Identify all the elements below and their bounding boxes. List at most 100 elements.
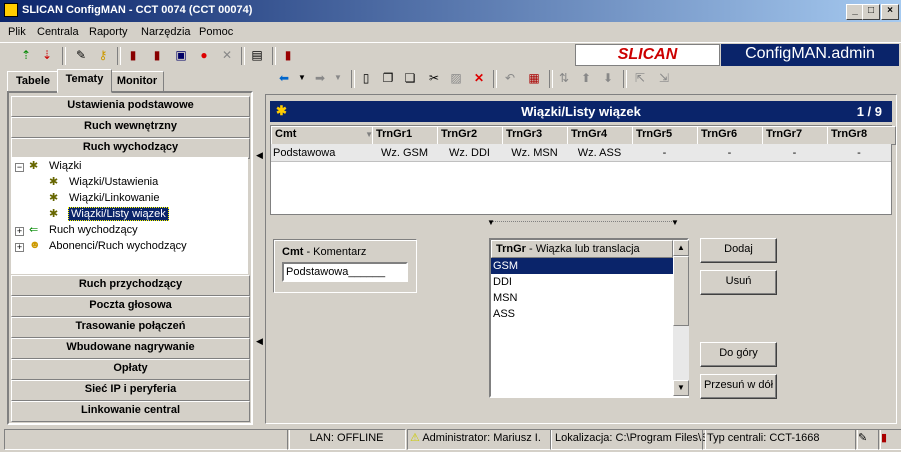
cut-icon[interactable]: ✂ (425, 69, 443, 87)
wand-icon[interactable]: ✎ (72, 46, 90, 64)
phone-down-icon[interactable]: ▮ (124, 46, 142, 64)
cell-trngr3[interactable]: Wz. MSN (502, 145, 567, 161)
cell-cmt[interactable]: Podstawowa (273, 145, 372, 161)
category-poczta-glosowa[interactable]: Poczta głosowa (11, 296, 250, 317)
tree-item-ruch-wychodzacy[interactable]: Ruch wychodzący (49, 224, 138, 236)
key-icon[interactable]: ⚷ (94, 46, 112, 64)
col-header-trngr3[interactable]: TrnGr3 (502, 126, 572, 145)
bundle-icon: ✱ (49, 176, 59, 188)
category-siec-ip[interactable]: Sieć IP i peryferia (11, 380, 250, 401)
scroll-up-button[interactable]: ▲ (673, 240, 689, 256)
scroll-down-button[interactable]: ▼ (673, 380, 689, 396)
paste-document-icon[interactable]: ❏ (401, 69, 419, 87)
scroll-thumb[interactable] (673, 256, 689, 326)
tab-tabele[interactable]: Tabele (7, 71, 59, 93)
category-trasowanie[interactable]: Trasowanie połączeń (11, 317, 250, 338)
col-header-trngr5[interactable]: TrnGr5 (632, 126, 702, 145)
col-header-cmt[interactable]: Cmt ▼ (271, 126, 377, 145)
stop-icon[interactable]: ● (195, 46, 213, 64)
tree-expander[interactable]: + (15, 243, 24, 252)
delete-icon[interactable]: ✕ (470, 69, 488, 87)
cell-trngr6[interactable]: - (697, 145, 762, 161)
status-empty (4, 429, 290, 450)
forward-dropdown-icon[interactable]: ▼ (329, 69, 347, 87)
splitter-left-arrow[interactable]: ◀ (256, 150, 263, 161)
tree-expander[interactable]: − (15, 163, 24, 172)
tree-item-abonenci[interactable]: Abonenci/Ruch wychodzący (49, 240, 187, 252)
move-down-button[interactable]: Przesuń w dół (700, 374, 777, 399)
disconnect-icon[interactable]: ✕ (218, 46, 236, 64)
splitter-left-arrow[interactable]: ◀ (256, 336, 263, 347)
tree-item-ustawienia[interactable]: Wiązki/Ustawienia (69, 176, 158, 188)
list-scrollbar[interactable]: ▲ ▼ (673, 240, 689, 396)
move-up-button[interactable]: Do góry (700, 342, 777, 367)
download-icon[interactable]: ⇣ (38, 46, 56, 64)
col-header-trngr6[interactable]: TrnGr6 (697, 126, 767, 145)
cell-trngr2[interactable]: Wz. DDI (437, 145, 502, 161)
col-header-trngr7[interactable]: TrnGr7 (762, 126, 832, 145)
category-ruch-przychodzacy[interactable]: Ruch przychodzący (11, 275, 250, 296)
close-button[interactable]: × (881, 4, 899, 20)
import-icon[interactable]: ⇲ (655, 69, 673, 87)
menu-raporty[interactable]: Raporty (89, 26, 128, 38)
menu-pomoc[interactable]: Pomoc (199, 26, 233, 38)
table-icon[interactable]: ▦ (525, 69, 543, 87)
col-header-trngr4[interactable]: TrnGr4 (567, 126, 637, 145)
col-header-trngr8[interactable]: TrnGr8 (827, 126, 896, 145)
menu-narzedzia[interactable]: Narzędzia (141, 26, 191, 38)
export-icon[interactable]: ⇱ (631, 69, 649, 87)
move-down-icon[interactable]: ⬇ (599, 69, 617, 87)
sort-icon[interactable]: ⇅ (555, 69, 573, 87)
move-up-icon[interactable]: ⬆ (577, 69, 595, 87)
menu-centrala[interactable]: Centrala (37, 26, 79, 38)
list-header: TrnGr - Wiązka lub translacja (491, 240, 673, 258)
report-icon[interactable]: ▤ (248, 46, 266, 64)
cell-trngr4[interactable]: Wz. ASS (567, 145, 632, 161)
tree-root[interactable]: Wiązki (49, 160, 81, 172)
back-arrow-icon[interactable]: ⬅ (275, 69, 293, 87)
cell-trngr7[interactable]: - (762, 145, 827, 161)
forward-arrow-icon[interactable]: ➡ (311, 69, 329, 87)
category-nagrywanie[interactable]: Wbudowane nagrywanie (11, 338, 250, 359)
device-icon[interactable]: ▮ (279, 46, 297, 64)
category-oplaty[interactable]: Opłaty (11, 359, 250, 380)
panel-header: ✱ Wiązki/Listy wiązek 1 / 9 (270, 101, 892, 122)
phone-up-icon[interactable]: ▮ (148, 46, 166, 64)
col-header-trngr1[interactable]: TrnGr1 (372, 126, 442, 145)
menu-plik[interactable]: Plik (8, 26, 26, 38)
horizontal-splitter[interactable] (492, 221, 674, 224)
page-indicator: 1 / 9 (856, 104, 882, 119)
cell-trngr8[interactable]: - (827, 145, 891, 161)
tree-expander[interactable]: + (15, 227, 24, 236)
copy-document-icon[interactable]: ❐ (379, 69, 397, 87)
cell-trngr5[interactable]: - (632, 145, 697, 161)
category-ustawienia[interactable]: Ustawienia podstawowe (11, 96, 250, 117)
list-item-gsm-selected[interactable]: GSM (491, 258, 673, 274)
maximize-button[interactable]: □ (862, 4, 880, 20)
list-item-msn[interactable]: MSN (491, 290, 673, 306)
splitter-down-arrow[interactable]: ▼ (671, 218, 679, 227)
back-dropdown-icon[interactable]: ▼ (293, 69, 311, 87)
tab-monitor[interactable]: Monitor (110, 71, 164, 93)
col-header-trngr2[interactable]: TrnGr2 (437, 126, 507, 145)
category-ruch-wychodzacy[interactable]: Ruch wychodzący (11, 138, 250, 159)
new-document-icon[interactable]: ▯ (357, 69, 375, 87)
category-linkowanie-central[interactable]: Linkowanie central (11, 401, 250, 422)
comment-input[interactable]: Podstawowa______ (282, 262, 408, 282)
list-item-ass[interactable]: ASS (491, 306, 673, 322)
tab-tematy[interactable]: Tematy (57, 69, 112, 93)
category-ruch-wewnetrzny[interactable]: Ruch wewnętrzny (11, 117, 250, 138)
cell-trngr1[interactable]: Wz. GSM (372, 145, 437, 161)
upload-icon[interactable]: ⇡ (17, 46, 35, 64)
warning-icon: ⚠ (410, 432, 420, 444)
window-title: SLICAN ConfigMAN - CCT 0074 (CCT 00074) (22, 4, 253, 16)
monitor-icon[interactable]: ▣ (172, 46, 190, 64)
add-button[interactable]: Dodaj (700, 238, 777, 263)
splitter-down-arrow[interactable]: ▼ (487, 218, 495, 227)
remove-button[interactable]: Usuń (700, 270, 777, 295)
undo-icon[interactable]: ↶ (501, 69, 519, 87)
paste-icon[interactable]: ▨ (447, 69, 465, 87)
list-item-ddi[interactable]: DDI (491, 274, 673, 290)
tree-item-linkowanie[interactable]: Wiązki/Linkowanie (69, 192, 159, 204)
tree-item-listy-selected[interactable]: Wiązki/Listy wiązek (68, 207, 169, 221)
